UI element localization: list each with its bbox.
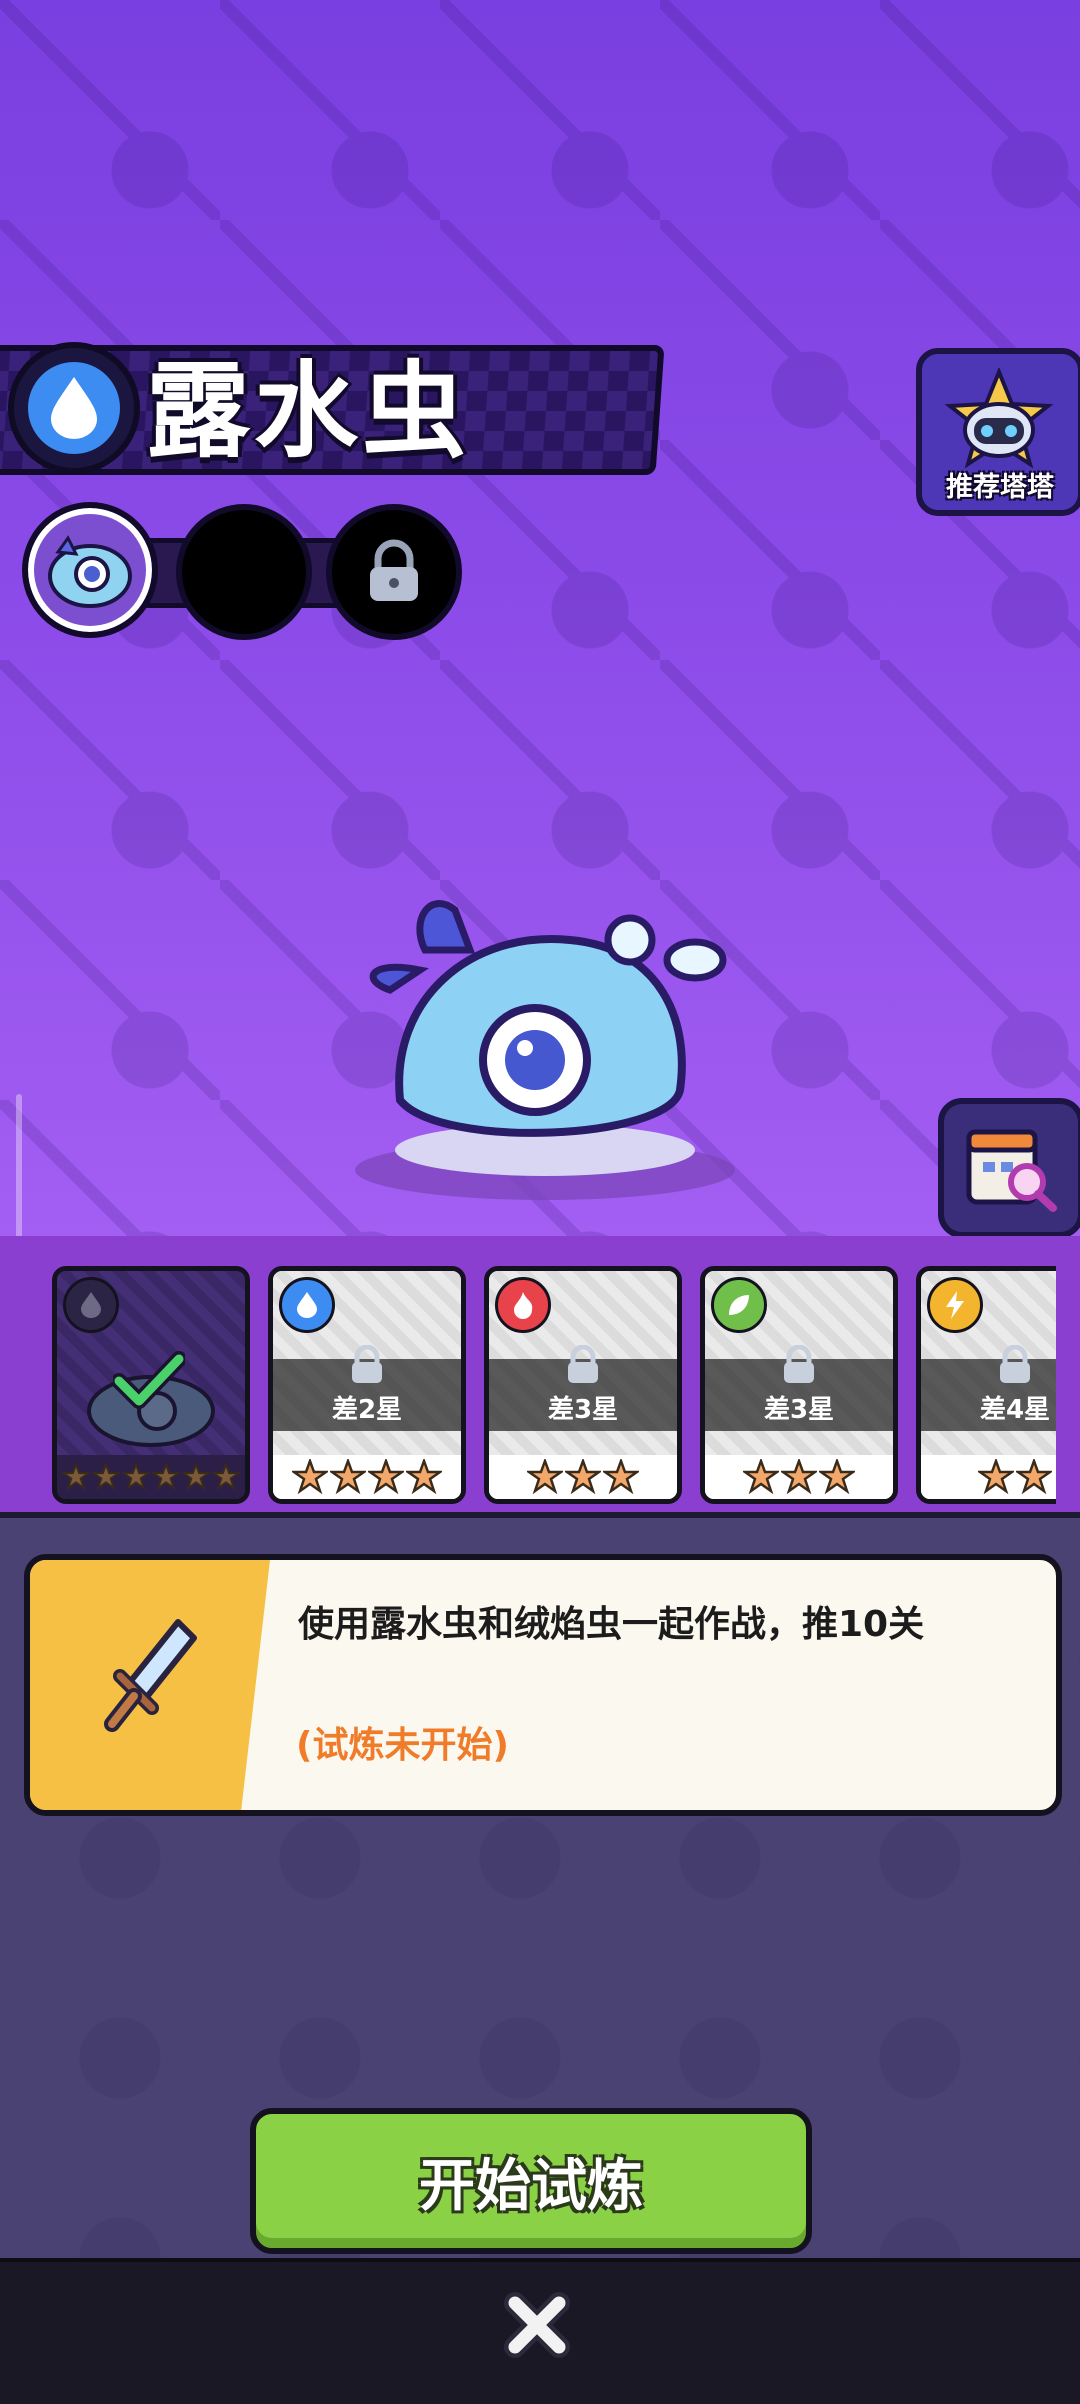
evolution-stage-2-silhouette[interactable] [176,504,312,640]
evolution-stage-1[interactable] [22,502,158,638]
recommend-button[interactable]: 推荐塔塔 [916,348,1080,516]
dewbug-portrait-icon [48,535,132,608]
star-icon [743,1459,779,1495]
lock-icon [784,1345,814,1383]
card-1-stars [57,1455,245,1499]
card-3-requirement: 差3星 [547,1395,619,1425]
water-drop-icon [63,1277,119,1333]
robot-mascot-icon [944,368,1054,469]
star-icon [368,1459,404,1495]
card-3-stars [489,1455,677,1499]
star-icon [603,1459,639,1495]
close-button[interactable] [494,2282,580,2368]
star-icon [92,1463,120,1491]
star-icon [527,1459,563,1495]
star-icon [122,1463,150,1491]
leaf-icon [711,1277,767,1333]
start-trial-label: 开始试炼 [419,2153,643,2219]
lock-icon [352,1345,382,1383]
card-2-stars [273,1455,461,1499]
lock-icon [1000,1345,1030,1383]
fire-icon [495,1277,551,1333]
monster-name: 露水虫 [146,350,471,472]
evolution-stage-3-locked[interactable] [326,504,462,640]
star-icon [978,1459,1014,1495]
card-2-requirement: 差2星 [331,1395,403,1425]
sword-icon [104,1619,197,1732]
star-icon [62,1463,90,1491]
check-icon [113,1351,185,1409]
star-icon [1016,1459,1052,1495]
card-4-requirement: 差3星 [763,1395,835,1425]
quest-status: (试炼未开始) [296,1725,509,1766]
star-icon [330,1459,366,1495]
water-element-badge [8,342,140,474]
calendar-magnifier-icon [966,1129,1057,1212]
star-icon [819,1459,855,1495]
partner-card-5[interactable]: 差4星 [916,1266,1056,1504]
water-drop-icon [279,1277,335,1333]
card-5-requirement: 差4星 [979,1395,1051,1425]
water-drop-icon [51,377,97,439]
trial-quest-panel: 使用露水虫和绒焰虫一起作战，推10关 (试炼未开始) [24,1554,1062,1816]
dewbug-monster-illustration [355,900,735,1200]
star-icon [292,1459,328,1495]
lock-icon [568,1345,598,1383]
star-icon [152,1463,180,1491]
start-trial-button[interactable]: 开始试炼 [250,2108,812,2254]
star-icon [565,1459,601,1495]
star-icon [406,1459,442,1495]
card-4-stars [705,1455,893,1499]
star-icon [212,1463,240,1491]
card-5-stars [921,1455,1056,1499]
recommend-label: 推荐塔塔 [946,472,1054,503]
partner-card-3[interactable]: 差3星 [484,1266,682,1504]
close-icon [504,2292,570,2358]
partner-card-list[interactable]: 差2星 差3星 差3星 差4星 [0,1260,1056,1506]
quest-description: 使用露水虫和绒焰虫一起作战，推10关 [298,1604,925,1645]
star-icon [182,1463,210,1491]
star-icon [781,1459,817,1495]
partner-card-1[interactable] [52,1266,250,1504]
lock-icon [370,539,418,601]
partner-card-4[interactable]: 差3星 [700,1266,898,1504]
partner-card-2[interactable]: 差2星 [268,1266,466,1504]
lightning-icon [927,1277,983,1333]
calendar-search-button[interactable] [938,1098,1080,1238]
